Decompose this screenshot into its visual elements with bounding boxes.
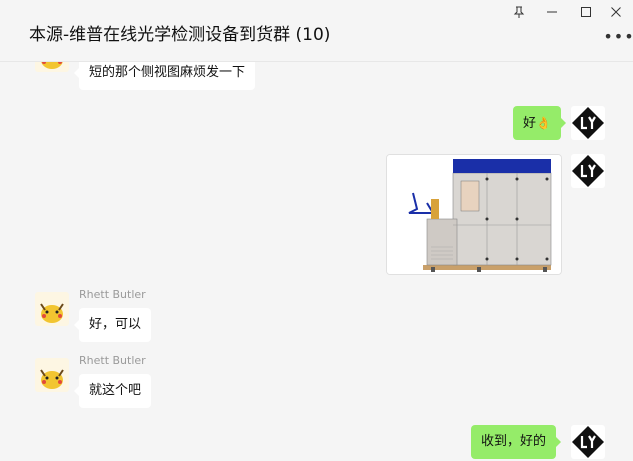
image-message[interactable] bbox=[386, 154, 562, 275]
close-icon bbox=[611, 7, 621, 17]
pikachu-avatar-icon bbox=[35, 292, 69, 326]
message-text: 就这个吧 bbox=[89, 383, 142, 398]
message-bubble[interactable]: 好👌 bbox=[513, 106, 566, 140]
minimize-icon bbox=[547, 11, 557, 13]
chat-scrollbar[interactable] bbox=[625, 62, 633, 461]
more-button[interactable]: ••• bbox=[603, 27, 633, 46]
message-text: 短的那个侧视图麻烦发一下 bbox=[89, 65, 246, 80]
pikachu-avatar-icon bbox=[35, 62, 69, 72]
ok-hand-emoji: 👌 bbox=[536, 116, 551, 130]
pin-icon bbox=[513, 6, 525, 18]
message-bubble[interactable]: 收到，好的 bbox=[471, 425, 562, 459]
message-bubble[interactable]: 就这个吧 bbox=[73, 374, 152, 408]
avatar-pikachu[interactable] bbox=[35, 62, 69, 72]
minimize-button[interactable] bbox=[541, 3, 563, 21]
message-text: 好 bbox=[523, 116, 537, 131]
avatar-self[interactable] bbox=[571, 154, 605, 188]
message-bubble[interactable]: 短的那个侧视图麻烦发一下 bbox=[73, 62, 256, 90]
avatar-self[interactable] bbox=[571, 106, 605, 140]
chat-title: 本源-维普在线光学检测设备到货群 (10) bbox=[29, 25, 331, 45]
message-text: 收到，好的 bbox=[481, 434, 547, 449]
avatar-pikachu[interactable] bbox=[35, 358, 69, 392]
chat-history[interactable]: 短的那个侧视图麻烦发一下 好👌 Rhett Butler 好，可以 Rhett … bbox=[0, 62, 633, 461]
maximize-icon bbox=[581, 7, 591, 17]
sender-name: Rhett Butler bbox=[79, 354, 146, 367]
more-icon: ••• bbox=[603, 26, 633, 46]
close-button[interactable] bbox=[605, 3, 627, 21]
pin-button[interactable] bbox=[508, 3, 530, 21]
message-bubble[interactable]: 好，可以 bbox=[73, 308, 152, 342]
sender-name: Rhett Butler bbox=[79, 288, 146, 301]
pikachu-avatar-icon bbox=[35, 358, 69, 392]
avatar-pikachu[interactable] bbox=[35, 292, 69, 326]
maximize-button[interactable] bbox=[575, 3, 597, 21]
chat-header: 本源-维普在线光学检测设备到货群 (10) ••• bbox=[0, 0, 633, 62]
ly-logo-avatar-icon bbox=[571, 425, 605, 459]
avatar-self[interactable] bbox=[571, 425, 605, 459]
message-text: 好，可以 bbox=[89, 317, 142, 332]
ly-logo-avatar-icon bbox=[571, 106, 605, 140]
machine-photo bbox=[387, 155, 561, 274]
ly-logo-avatar-icon bbox=[571, 154, 605, 188]
